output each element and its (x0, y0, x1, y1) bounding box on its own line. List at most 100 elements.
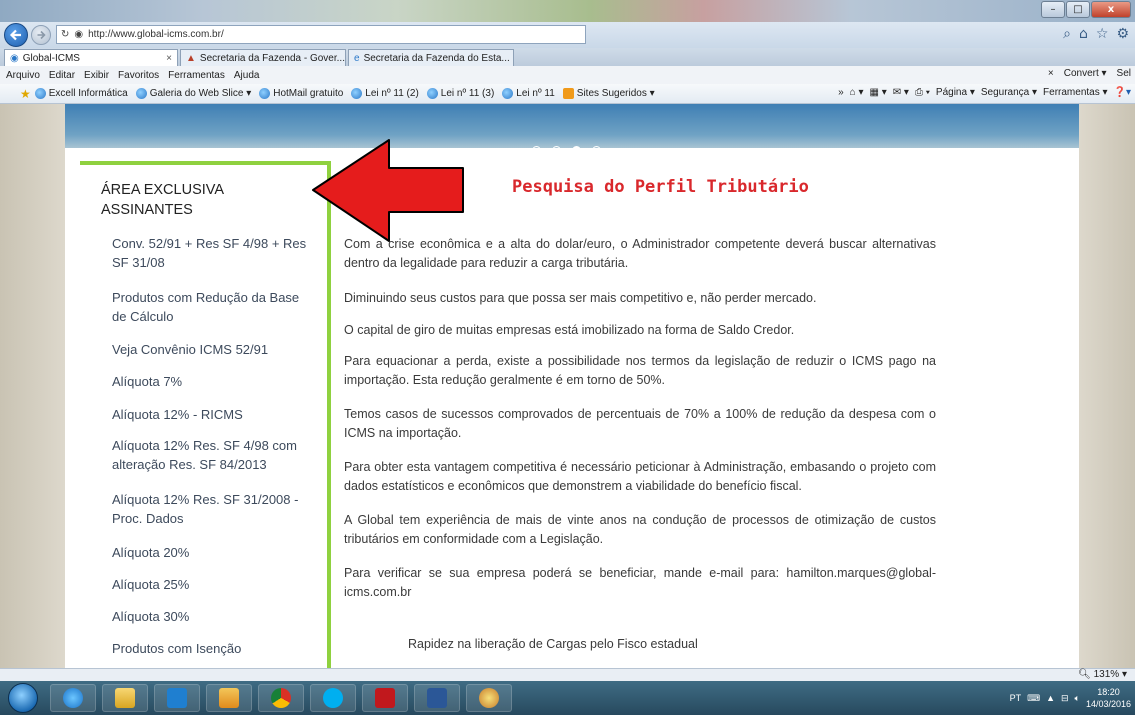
taskbar-explorer-button[interactable] (102, 684, 148, 712)
menu-favoritos[interactable]: Favoritos (118, 70, 159, 81)
refresh-icon[interactable]: ↻ (61, 29, 69, 40)
feeds-icon[interactable]: ▦ ▾ (870, 87, 887, 98)
sidebar-title: ÁREA EXCLUSIVA ASSINANTES (101, 182, 224, 218)
sidebar-link[interactable]: Conv. 52/91 + Res SF 4/98 + Res SF 31/08 (112, 234, 312, 272)
taskbar-chrome-button[interactable] (258, 684, 304, 712)
sidebar-link[interactable]: Alíquota 20% (112, 543, 312, 562)
ie-page-icon (351, 87, 363, 99)
minimize-button[interactable]: – (1041, 1, 1065, 18)
browser-window: – □ x ↻ ◉ http://www.global-icms.com.br/… (0, 0, 1135, 715)
favorites-star-icon[interactable]: ☆ (1096, 26, 1109, 42)
clock[interactable]: 18:20 14/03/2016 (1086, 686, 1131, 710)
home-icon[interactable]: ⌂ (1079, 26, 1088, 42)
system-tray: PT ⌨ ▲ ⊟ 🔈︎ 18:20 14/03/2016 (1010, 681, 1131, 715)
sidebar-link[interactable]: Alíquota 30% (112, 607, 312, 626)
forward-button[interactable] (31, 25, 51, 45)
fav-lei-11-3[interactable]: Lei nº 11 (3) (426, 87, 494, 99)
start-button[interactable] (8, 683, 38, 713)
toolbar-close-button[interactable]: × (1048, 68, 1054, 79)
url-text[interactable]: http://www.global-icms.com.br/ (88, 29, 224, 40)
ie-favicon-icon: e (354, 52, 360, 64)
header-banner (65, 104, 1079, 148)
fav-hotmail[interactable]: HotMail gratuito (259, 87, 343, 99)
back-button[interactable] (4, 23, 28, 47)
menu-bar: Arquivo Editar Exibir Favoritos Ferramen… (0, 66, 1135, 84)
site-favicon-icon: ▲ (186, 52, 196, 64)
menu-bar-right: × Convert ▾ Sel (1048, 68, 1131, 79)
back-arrow-icon (9, 29, 21, 41)
taskbar-media-button[interactable] (154, 684, 200, 712)
sidebar-link[interactable]: Produtos com Redução da Base de Cálculo (112, 288, 312, 326)
photo-viewer-icon (219, 688, 239, 708)
sidebar-link[interactable]: Alíquota 12% - RICMS (112, 405, 312, 424)
acrobat-icon (375, 688, 395, 708)
settings-gear-icon[interactable]: ⚙ (1116, 26, 1129, 42)
help-icon[interactable]: ❓▾ (1114, 87, 1131, 98)
forward-arrow-icon (37, 30, 46, 40)
menu-arquivo[interactable]: Arquivo (6, 70, 40, 81)
taskbar-skype-button[interactable] (310, 684, 356, 712)
ie-page-icon (34, 87, 46, 99)
ie-page-icon (502, 87, 514, 99)
taskbar-ie-button[interactable] (50, 684, 96, 712)
close-button[interactable]: x (1091, 1, 1131, 18)
window-title-bar: – □ x (0, 0, 1135, 22)
tray-expand-icon[interactable]: ▲ (1046, 693, 1055, 703)
sidebar-link[interactable]: Alíquota 12% Res. SF 4/98 com alteração … (112, 436, 312, 474)
content-paragraph: Temos casos de sucessos comprovados de p… (344, 407, 936, 440)
chrome-icon (271, 688, 291, 708)
search-icon[interactable]: ⌕ (1063, 26, 1071, 42)
volume-icon[interactable]: 🔈︎ (1075, 693, 1080, 704)
taskbar-acrobat-button[interactable] (362, 684, 408, 712)
fav-lei-11-2[interactable]: Lei nº 11 (2) (351, 87, 419, 99)
print-icon[interactable]: ⎙ ▾ (915, 87, 930, 98)
keyboard-icon[interactable]: ⌨ (1027, 693, 1040, 704)
favorites-star-icon[interactable]: ★ (20, 87, 31, 101)
word-icon (427, 688, 447, 708)
tab-secretaria-fazenda-estado[interactable]: e Secretaria da Fazenda do Esta... (348, 49, 514, 66)
fav-lei-11[interactable]: Lei nº 11 (502, 87, 555, 99)
menu-exibir[interactable]: Exibir (84, 70, 109, 81)
tab-close-icon[interactable]: × (166, 53, 172, 64)
zoom-level[interactable]: 🔍︎ 131% ▾ (1078, 669, 1127, 680)
menu-editar[interactable]: Editar (49, 70, 75, 81)
taskbar-photos-button[interactable] (206, 684, 252, 712)
language-indicator[interactable]: PT (1010, 693, 1022, 703)
status-bar: 🔍︎ 131% ▾ (0, 668, 1135, 681)
tab-label: Secretaria da Fazenda - Gover... (199, 52, 345, 64)
taskbar-word-button[interactable] (414, 684, 460, 712)
favorites-overflow-button[interactable]: » (838, 87, 844, 98)
content-paragraph: Diminuindo seus custos para que possa se… (344, 291, 817, 305)
fav-sites-sugeridos[interactable]: Sites Sugeridos ▾ (562, 87, 655, 99)
address-bar[interactable]: ↻ ◉ http://www.global-icms.com.br/ (56, 25, 586, 44)
sidebar-link[interactable]: Alíquota 7% (112, 372, 312, 391)
folder-icon (115, 688, 135, 708)
mail-icon[interactable]: ✉ ▾ (893, 87, 909, 98)
content-paragraph: Para verificar se sua empresa poderá se … (344, 566, 936, 599)
sidebar-link[interactable]: Alíquota 12% Res. SF 31/2008 - Proc. Dad… (112, 490, 312, 528)
menu-ajuda[interactable]: Ajuda (234, 70, 260, 81)
content-caption: Rapidez na liberação de Cargas pelo Fisc… (408, 637, 698, 651)
fav-excell[interactable]: Excell Informática (34, 87, 128, 99)
paint-icon (479, 688, 499, 708)
page-menu[interactable]: Página ▾ (936, 87, 975, 98)
sidebar-link[interactable]: Produtos com Isenção (112, 639, 312, 658)
content-paragraph: A Global tem experiência de mais de vint… (344, 513, 936, 546)
security-menu[interactable]: Segurança ▾ (981, 87, 1037, 98)
content-paragraph: O capital de giro de muitas empresas est… (344, 323, 795, 337)
taskbar-paint-button[interactable] (466, 684, 512, 712)
sidebar-link[interactable]: Alíquota 25% (112, 575, 312, 594)
sidebar-link[interactable]: Veja Convênio ICMS 52/91 (112, 340, 312, 359)
tab-global-icms[interactable]: ◉ Global-ICMS × (4, 49, 178, 66)
maximize-button[interactable]: □ (1066, 1, 1090, 18)
tab-secretaria-fazenda-gov[interactable]: ▲ Secretaria da Fazenda - Gover... (180, 49, 346, 66)
network-icon[interactable]: ⊟ (1061, 693, 1069, 704)
convert-button[interactable]: Convert ▾ (1064, 68, 1107, 79)
tools-menu[interactable]: Ferramentas ▾ (1043, 87, 1107, 98)
menu-ferramentas[interactable]: Ferramentas (168, 70, 225, 81)
select-button[interactable]: Sel (1117, 68, 1131, 79)
window-controls: – □ x (1041, 1, 1131, 18)
fav-galeria[interactable]: Galeria do Web Slice ▾ (135, 87, 251, 99)
ie-page-icon (135, 87, 147, 99)
home-icon[interactable]: ⌂ ▾ (850, 87, 864, 98)
